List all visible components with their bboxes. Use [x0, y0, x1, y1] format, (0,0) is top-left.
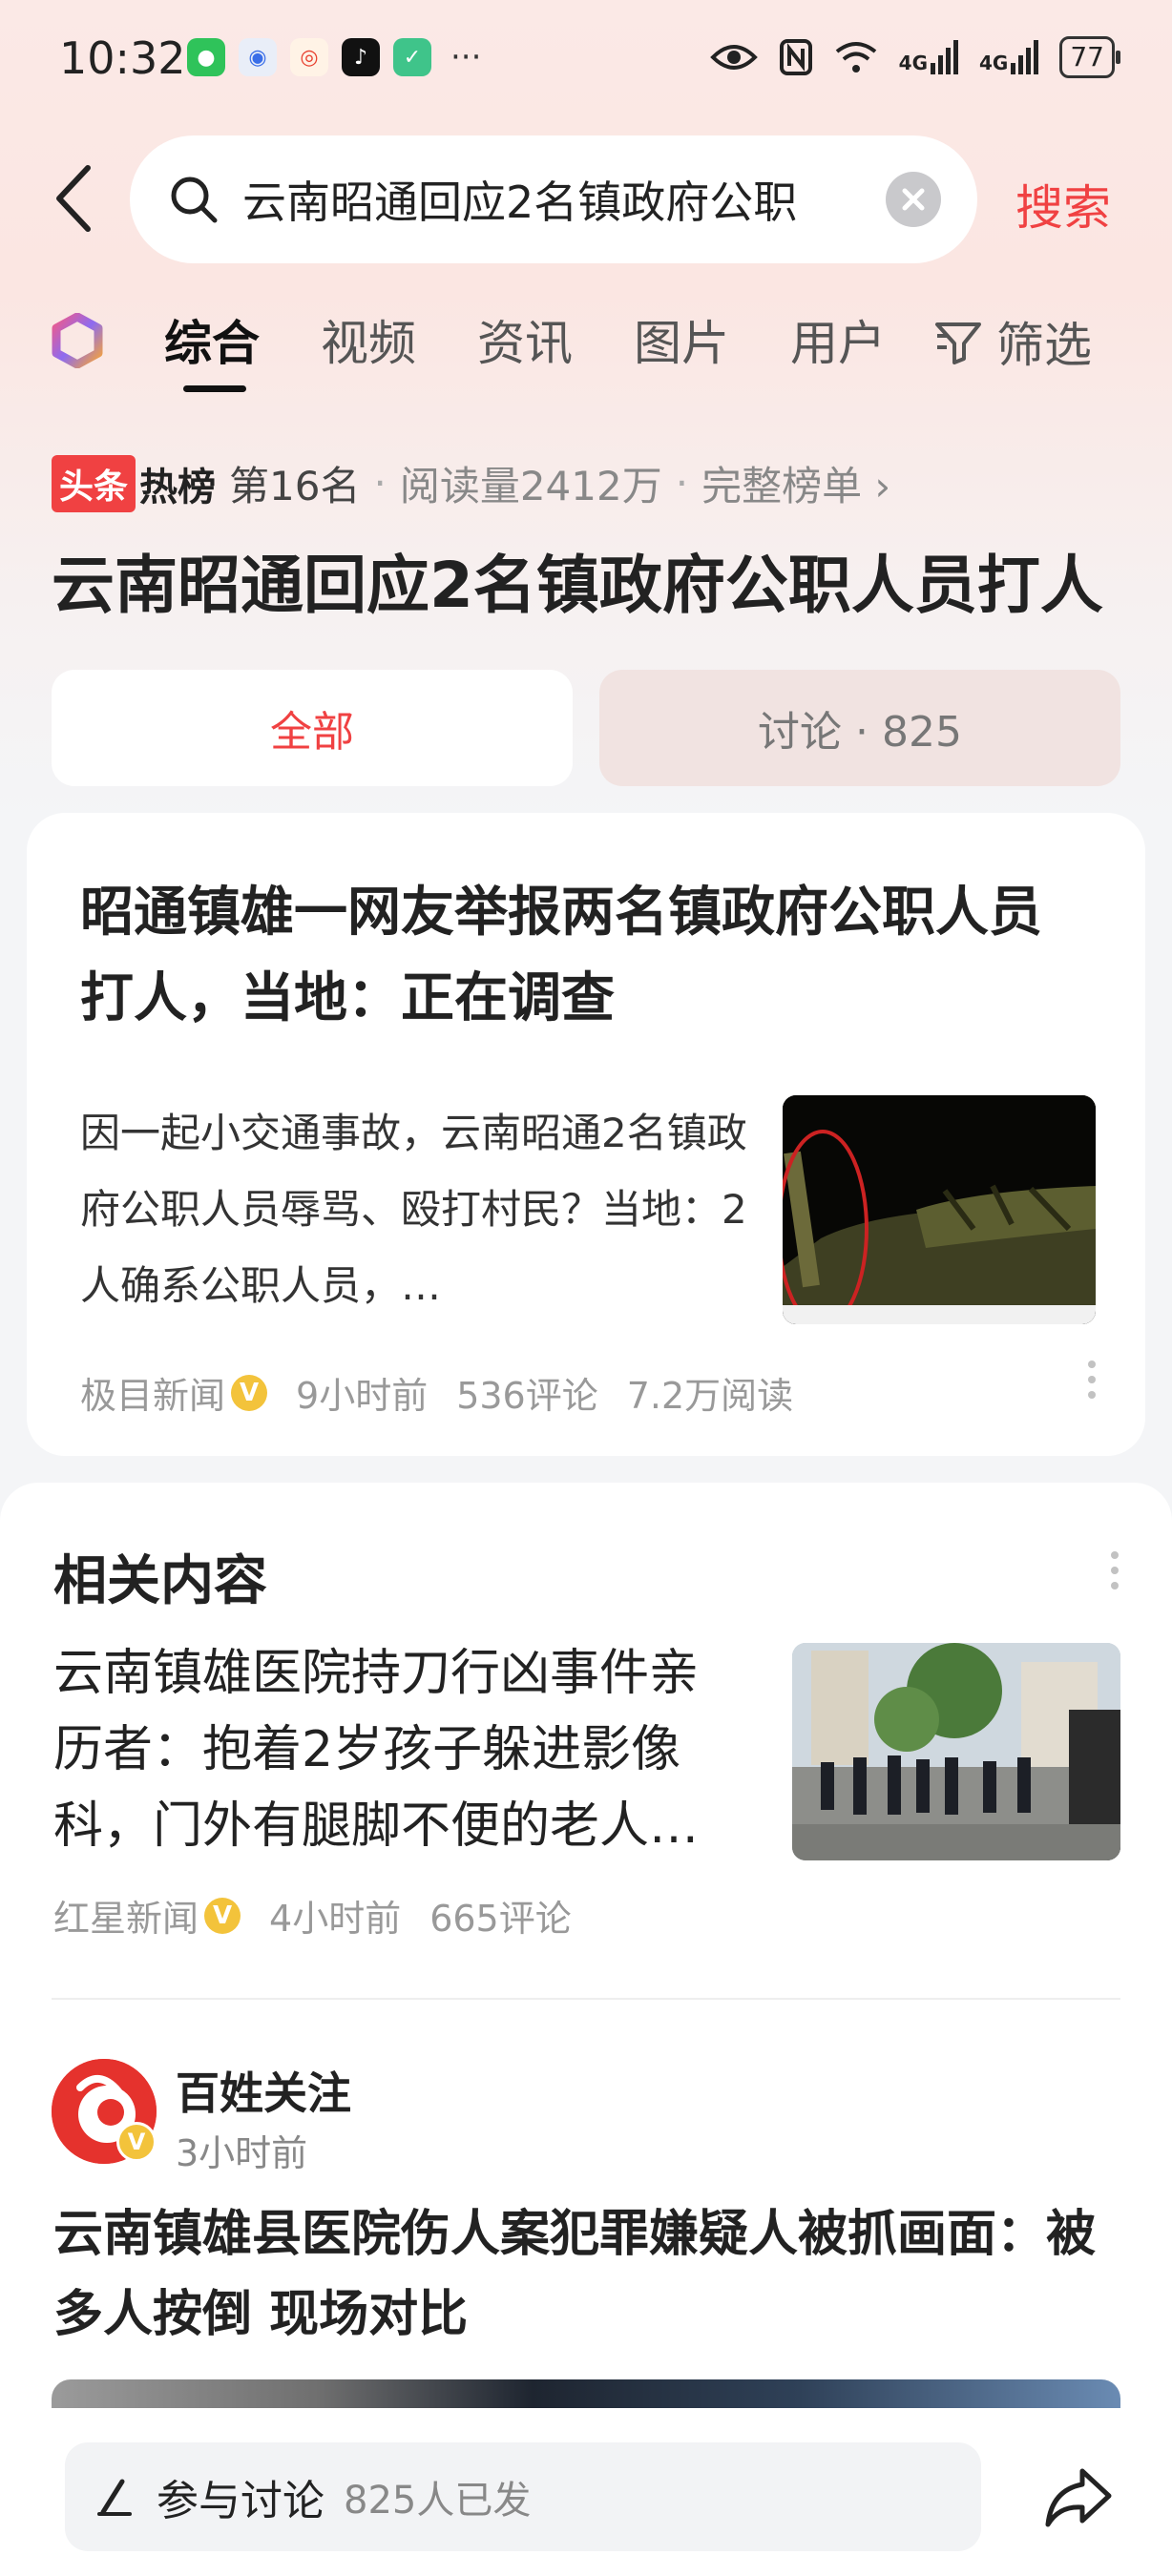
discussion-input[interactable]: 参与讨论 825人已发	[65, 2442, 981, 2551]
bottom-bar: 参与讨论 825人已发	[0, 2408, 1172, 2576]
network-type-1: 4G	[898, 52, 929, 74]
more-notifications-icon: ···	[450, 38, 482, 76]
separator-dot: ·	[373, 460, 387, 507]
publish-time: 9小时前	[296, 1375, 429, 1417]
verified-badge-icon: V	[231, 1374, 268, 1411]
status-app-icons: ● ◉ ◎ ♪ ✓ ···	[187, 38, 481, 76]
pen-icon	[97, 2479, 132, 2516]
search-button[interactable]: 搜索	[1015, 170, 1111, 239]
search-query[interactable]: 云南昭通回应2名镇政府公职	[242, 168, 853, 231]
post-title[interactable]: 云南镇雄县医院伤人案犯罪嫌疑人被抓画面：被多人按倒 现场对比	[53, 2194, 1122, 2355]
filter-icon	[935, 322, 981, 364]
tab-video[interactable]: 视频	[321, 305, 416, 374]
eye-icon	[709, 45, 758, 70]
toutiao-badge: 头条	[52, 454, 136, 512]
qq-browser-icon: ◉	[239, 38, 277, 76]
article-summary: 因一起小交通事故，云南昭通2名镇政府公职人员辱骂、殴打村民？当地：2人确系公职人…	[80, 1110, 747, 1309]
tab-images[interactable]: 图片	[634, 305, 729, 374]
wifi-icon	[835, 42, 876, 73]
related-article-thumbnail[interactable]	[792, 1643, 1120, 1860]
publish-time: 4小时前	[269, 1898, 402, 1940]
more-options-icon[interactable]	[1088, 1361, 1098, 1399]
segment-discussion[interactable]: 讨论 · 825	[599, 670, 1120, 786]
status-bar: 10:32 ● ◉ ◎ ♪ ✓ ··· 4G 4G 77	[0, 0, 1172, 114]
discussion-label: 参与讨论	[157, 2477, 324, 2525]
status-time: 10:32	[59, 32, 186, 84]
share-icon[interactable]	[1042, 2462, 1115, 2534]
article-thumbnail[interactable]	[783, 1095, 1096, 1324]
divider	[52, 1998, 1120, 2000]
segment-all[interactable]: 全部	[52, 670, 573, 786]
shield-app-icon: ✓	[393, 38, 431, 76]
read-count: 7.2万阅读	[626, 1375, 794, 1417]
featured-article-card[interactable]: 昭通镇雄一网友举报两名镇政府公职人员打人，当地：正在调查 因一起小交通事故，云南…	[27, 813, 1145, 1456]
comment-count: 536评论	[456, 1375, 598, 1417]
hot-rank: 第16名	[229, 463, 361, 509]
topic-title: 云南昭通回应2名镇政府公职人员打人	[52, 549, 1103, 622]
discussion-count: 825人已发	[344, 2479, 532, 2523]
tab-users[interactable]: 用户	[790, 305, 886, 374]
clear-search-button[interactable]	[886, 172, 941, 227]
close-icon	[902, 188, 925, 211]
related-meta: 红星新闻 V 4小时前 665评论	[53, 1889, 572, 1942]
weibo-icon: ◎	[290, 38, 328, 76]
battery-indicator: 77	[1059, 36, 1120, 78]
read-count: 阅读量2412万	[399, 463, 662, 509]
search-input[interactable]: 云南昭通回应2名镇政府公职	[130, 135, 977, 263]
nfc-icon	[779, 39, 812, 75]
full-list-link[interactable]: 完整榜单 ›	[701, 454, 890, 512]
post-time: 3小时前	[176, 2132, 308, 2174]
hot-list-badge: 热榜	[139, 465, 217, 509]
related-article-title[interactable]: 云南镇雄医院持刀行凶事件亲历者：抱着2岁孩子躲进影像科，门外有腿脚不便的老人…	[53, 1635, 741, 1864]
back-arrow-icon[interactable]	[46, 160, 103, 237]
more-options-icon[interactable]	[1111, 1551, 1120, 1589]
filter-label: 筛选	[996, 318, 1092, 373]
article-meta: 极目新闻 V 9小时前 536评论 7.2万阅读	[80, 1366, 793, 1419]
night-video-still-icon	[783, 1095, 1096, 1324]
status-right: 4G 4G 77	[709, 36, 1120, 78]
tab-news[interactable]: 资讯	[477, 305, 573, 374]
tab-comprehensive[interactable]: 综合	[164, 305, 260, 392]
source-name[interactable]: 红星新闻	[53, 1889, 199, 1942]
comment-count: 665评论	[429, 1898, 572, 1940]
article-title[interactable]: 昭通镇雄一网友举报两名镇政府公职人员打人，当地：正在调查	[80, 870, 1092, 1042]
wechat-icon: ●	[187, 38, 225, 76]
verified-badge-icon: V	[116, 2122, 157, 2162]
signal-2: 4G	[979, 40, 1039, 74]
search-icon	[171, 177, 218, 223]
filter-button[interactable]: 筛选	[933, 307, 1092, 376]
author-name[interactable]: 百姓关注	[176, 2059, 351, 2122]
search-tabs: 综合 视频 资讯 图片 用户	[164, 305, 947, 392]
tiktok-icon: ♪	[342, 38, 380, 76]
street-scene-photo-icon	[792, 1643, 1120, 1860]
hot-list-row: 头条 热榜 第16名 · 阅读量2412万 · 完整榜单 ›	[52, 454, 890, 512]
network-type-2: 4G	[979, 52, 1009, 74]
related-heading: 相关内容	[53, 1550, 267, 1612]
source-name[interactable]: 极目新闻	[80, 1366, 225, 1419]
signal-1: 4G	[898, 40, 959, 74]
app-logo-icon	[52, 313, 103, 368]
separator-dot: ·	[675, 460, 689, 507]
verified-badge-icon: V	[204, 1897, 241, 1934]
